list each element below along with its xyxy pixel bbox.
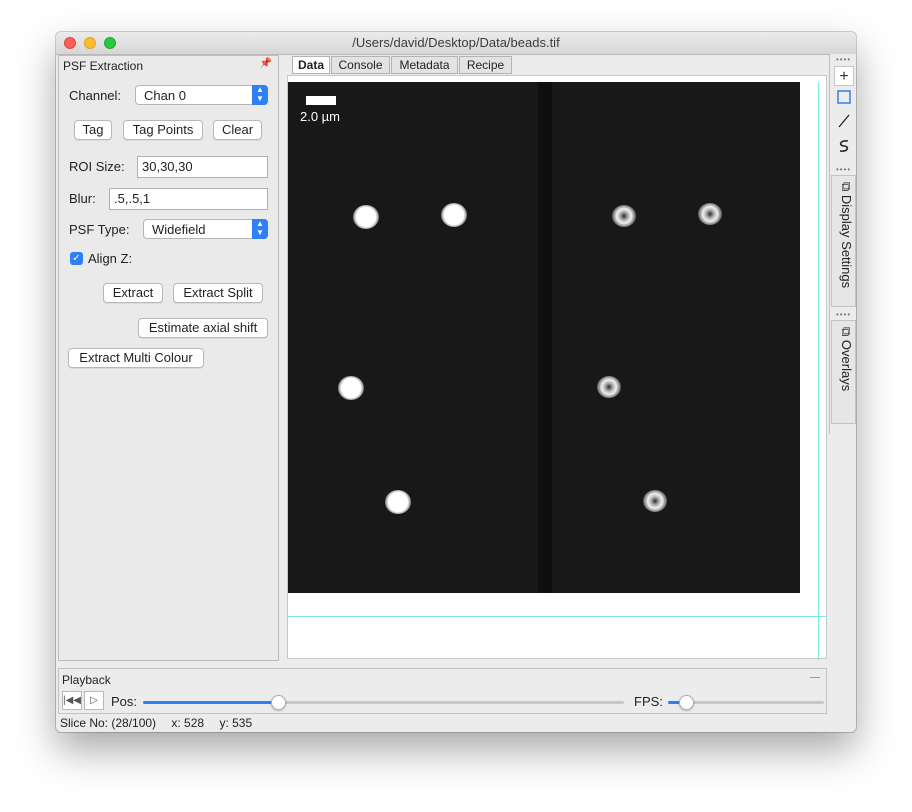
- display-settings-text: Display Settings: [839, 194, 854, 289]
- pin-icon[interactable]: 📌: [260, 58, 272, 69]
- curve-icon[interactable]: [834, 138, 854, 158]
- bead: [643, 490, 667, 512]
- overlays-label: ⧉ Overlays: [836, 327, 854, 391]
- channel-value: Chan 0: [144, 88, 186, 103]
- psf-type-label: PSF Type:: [69, 222, 130, 237]
- scale-bar: [306, 96, 336, 105]
- tab-recipe[interactable]: Recipe: [459, 56, 512, 74]
- clear-button[interactable]: Clear: [213, 120, 262, 140]
- extract-multi-colour-button[interactable]: Extract Multi Colour: [68, 348, 204, 368]
- extract-button[interactable]: Extract: [103, 283, 163, 303]
- bead: [338, 376, 364, 400]
- grip-icon[interactable]: ••••: [836, 310, 851, 319]
- overlays-text: Overlays: [839, 339, 854, 392]
- channel-select[interactable]: Chan 0 ▲ ▼: [135, 85, 268, 105]
- align-z-label: Align Z:: [88, 251, 133, 266]
- pos-slider-fill: [143, 701, 278, 704]
- grip-icon[interactable]: ••••: [836, 55, 851, 64]
- app-window: /Users/david/Desktop/Data/beads.tif PSF …: [56, 32, 856, 732]
- overlay-guide-vertical: [818, 82, 819, 660]
- bead: [612, 205, 636, 227]
- cursor-y: y: 535: [219, 716, 253, 730]
- bead: [385, 490, 411, 514]
- tab-data[interactable]: Data: [292, 56, 330, 74]
- side-toolbar: •••• + •••• ⧉ Display Settings •••• ⧉ Ov…: [829, 54, 856, 434]
- grip-icon[interactable]: ••••: [836, 165, 851, 174]
- align-z-checkbox[interactable]: ✓: [70, 252, 83, 265]
- estimate-axial-shift-button[interactable]: Estimate axial shift: [138, 318, 268, 338]
- overlay-guide-horizontal: [288, 616, 827, 617]
- rewind-button[interactable]: |◀◀: [62, 691, 82, 710]
- panel-title: PSF Extraction: [63, 59, 144, 73]
- line-icon[interactable]: [834, 114, 854, 134]
- panel-header: PSF Extraction 📌: [59, 56, 278, 74]
- psf-type-select[interactable]: Widefield ▲ ▼: [143, 219, 268, 239]
- tab-console[interactable]: Console: [331, 56, 390, 74]
- image-split-band: [538, 82, 552, 593]
- window-title: /Users/david/Desktop/Data/beads.tif: [352, 35, 560, 50]
- playback-panel: Playback |◀◀ ▷ Pos: FPS:: [58, 668, 827, 714]
- tag-points-button[interactable]: Tag Points: [123, 120, 203, 140]
- image-view[interactable]: 2.0 µm: [288, 82, 800, 593]
- pos-slider-knob[interactable]: [271, 695, 286, 710]
- roi-size-label: ROI Size:: [69, 159, 125, 174]
- bead: [698, 203, 722, 225]
- cursor-x: x: 528: [171, 716, 205, 730]
- overlays-tab[interactable]: ⧉ Overlays: [831, 320, 856, 424]
- pos-label: Pos:: [111, 694, 138, 709]
- display-settings-label: ⧉ Display Settings: [836, 182, 854, 288]
- slice-number: Slice No: (28/100): [60, 716, 157, 730]
- psf-extraction-panel: PSF Extraction 📌 Channel: Chan 0 ▲ ▼ Tag …: [58, 55, 279, 661]
- playback-title: Playback: [62, 673, 111, 687]
- fps-label: FPS:: [634, 694, 663, 709]
- rectangle-icon[interactable]: [834, 90, 854, 110]
- roi-size-field[interactable]: 30,30,30: [137, 156, 268, 178]
- fps-slider-knob[interactable]: [679, 695, 694, 710]
- channel-label: Channel:: [69, 88, 122, 103]
- blur-field[interactable]: .5,.5,1: [109, 188, 268, 210]
- title-bar: /Users/david/Desktop/Data/beads.tif: [56, 32, 856, 55]
- blur-label: Blur:: [69, 191, 96, 206]
- panel-icon: ⧉: [839, 182, 854, 195]
- scale-bar-label: 2.0 µm: [300, 109, 341, 124]
- crosshair-icon[interactable]: +: [834, 66, 854, 86]
- extract-split-button[interactable]: Extract Split: [173, 283, 263, 303]
- tab-metadata[interactable]: Metadata: [391, 56, 458, 74]
- bead: [597, 376, 621, 398]
- collapse-icon[interactable]: [810, 671, 820, 678]
- bead: [353, 205, 379, 229]
- panel-icon: ⧉: [839, 327, 854, 340]
- chevron-updown-icon: ▲ ▼: [252, 219, 268, 239]
- psf-type-value: Widefield: [152, 222, 206, 237]
- bead: [441, 203, 467, 227]
- tag-button[interactable]: Tag: [74, 120, 112, 140]
- chevron-updown-icon: ▲ ▼: [252, 85, 268, 105]
- play-button[interactable]: ▷: [84, 691, 104, 710]
- status-bar: Slice No: (28/100) x: 528 y: 535: [60, 716, 264, 730]
- display-settings-tab[interactable]: ⧉ Display Settings: [831, 175, 856, 307]
